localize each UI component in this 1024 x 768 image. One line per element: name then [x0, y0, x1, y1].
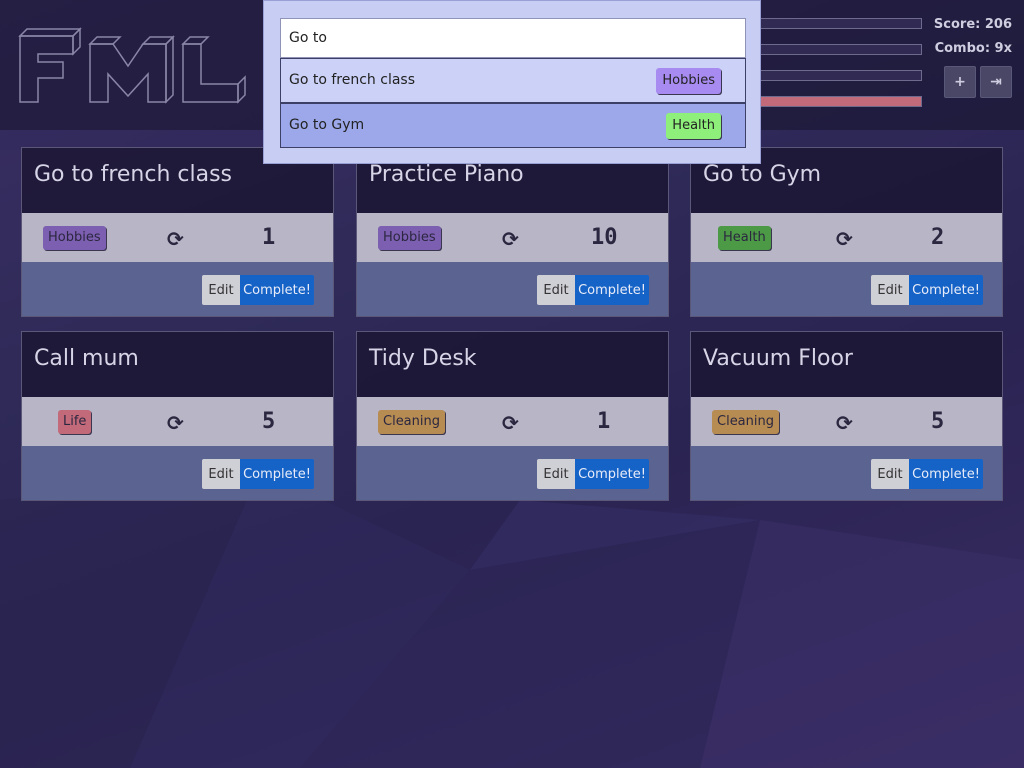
task-title: Call mum — [22, 332, 333, 397]
combo-label: Combo: 9x — [934, 41, 1012, 56]
complete-button[interactable]: Complete! — [909, 275, 983, 305]
repeat-count: 5 — [931, 409, 945, 434]
task-card: Go to Gym Health ⟳ 2 Edit Complete! — [690, 147, 1003, 317]
repeat-count: 2 — [931, 225, 945, 250]
repeat-count: 1 — [597, 409, 611, 434]
task-title: Vacuum Floor — [691, 332, 1002, 397]
complete-button[interactable]: Complete! — [240, 275, 314, 305]
plus-icon: + — [954, 74, 966, 90]
logout-icon: ⇥ — [990, 74, 1002, 90]
category-tag: Health — [718, 226, 771, 250]
task-card: Vacuum Floor Cleaning ⟳ 5 Edit Complete! — [690, 331, 1003, 501]
repeat-count: 10 — [591, 225, 618, 250]
progress-bar-4 — [760, 96, 922, 107]
category-tag: Cleaning — [378, 410, 445, 434]
edit-button[interactable]: Edit — [871, 275, 909, 305]
repeat-icon: ⟳ — [167, 411, 184, 435]
search-result-tag: Health — [666, 113, 721, 139]
edit-button[interactable]: Edit — [871, 459, 909, 489]
repeat-icon: ⟳ — [502, 411, 519, 435]
search-result-label: Go to french class — [289, 72, 416, 88]
task-actions: Edit Complete! — [691, 446, 1002, 500]
progress-bar-3 — [760, 70, 922, 81]
task-card: Practice Piano Hobbies ⟳ 10 Edit Complet… — [356, 147, 669, 317]
edit-button[interactable]: Edit — [202, 459, 240, 489]
task-actions: Edit Complete! — [691, 262, 1002, 316]
edit-button[interactable]: Edit — [537, 459, 575, 489]
task-card: Go to french class Hobbies ⟳ 1 Edit Comp… — [21, 147, 334, 317]
task-meta: Hobbies ⟳ 10 — [357, 213, 668, 262]
task-actions: Edit Complete! — [357, 262, 668, 316]
fml-logo — [18, 27, 246, 104]
search-popup: Go to Go to french class Hobbies Go to G… — [263, 0, 761, 164]
search-result-label: Go to Gym — [289, 117, 365, 133]
score-label: Score: 206 — [933, 17, 1012, 32]
task-card: Call mum Life ⟳ 5 Edit Complete! — [21, 331, 334, 501]
category-tag: Hobbies — [43, 226, 106, 250]
header-actions: + ⇥ — [944, 66, 1012, 98]
progress-bar-2 — [760, 44, 922, 55]
complete-button[interactable]: Complete! — [240, 459, 314, 489]
logout-button[interactable]: ⇥ — [980, 66, 1012, 98]
task-title: Tidy Desk — [357, 332, 668, 397]
task-card: Tidy Desk Cleaning ⟳ 1 Edit Complete! — [356, 331, 669, 501]
task-meta: Cleaning ⟳ 5 — [691, 397, 1002, 446]
complete-button[interactable]: Complete! — [909, 459, 983, 489]
edit-button[interactable]: Edit — [202, 275, 240, 305]
repeat-icon: ⟳ — [836, 227, 853, 251]
task-meta: Life ⟳ 5 — [22, 397, 333, 446]
repeat-icon: ⟳ — [502, 227, 519, 251]
complete-button[interactable]: Complete! — [575, 275, 649, 305]
repeat-count: 5 — [262, 409, 276, 434]
repeat-count: 1 — [262, 225, 276, 250]
task-meta: Health ⟳ 2 — [691, 213, 1002, 262]
task-actions: Edit Complete! — [22, 446, 333, 500]
progress-bars — [760, 18, 922, 122]
edit-button[interactable]: Edit — [537, 275, 575, 305]
score-panel: Score: 206 Combo: 9x — [934, 17, 1012, 65]
category-tag: Hobbies — [378, 226, 441, 250]
complete-button[interactable]: Complete! — [575, 459, 649, 489]
repeat-icon: ⟳ — [836, 411, 853, 435]
search-result-item[interactable]: Go to Gym Health — [280, 103, 746, 148]
search-result-tag: Hobbies — [656, 68, 721, 94]
task-actions: Edit Complete! — [22, 262, 333, 316]
add-task-button[interactable]: + — [944, 66, 976, 98]
search-result-item[interactable]: Go to french class Hobbies — [280, 58, 746, 103]
task-actions: Edit Complete! — [357, 446, 668, 500]
search-input[interactable]: Go to — [280, 18, 746, 58]
task-meta: Cleaning ⟳ 1 — [357, 397, 668, 446]
task-meta: Hobbies ⟳ 1 — [22, 213, 333, 262]
category-tag: Life — [58, 410, 92, 434]
category-tag: Cleaning — [712, 410, 779, 434]
repeat-icon: ⟳ — [167, 227, 184, 251]
progress-bar-1 — [760, 18, 922, 29]
